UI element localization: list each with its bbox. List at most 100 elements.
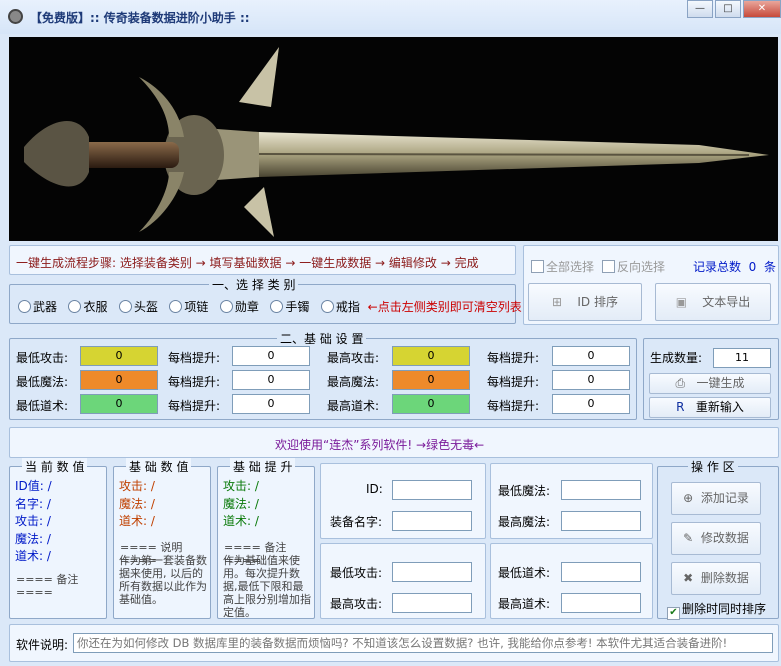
edit-magic-panel: 最低魔法: 最高魔法: (490, 463, 653, 539)
reset-input-button[interactable]: R 重新输入 (649, 397, 771, 418)
edit-name-input[interactable] (392, 511, 472, 531)
category-medal[interactable]: 勋章 (219, 300, 259, 314)
current-id: ID值: / (15, 479, 52, 493)
current-values-title: 当 前 数 值 (22, 458, 88, 475)
basic-step-input[interactable]: 0 (232, 346, 310, 366)
invert-selection-checkbox[interactable]: 反向选择 (602, 258, 665, 275)
welcome-text: 欢迎使用“连杰”系列软件! →绿色无毒← (275, 438, 485, 452)
generate-count-input[interactable]: 11 (713, 348, 771, 368)
export-text-button[interactable]: ▣ 文本导出 (655, 283, 771, 321)
edit-id-label: ID: (366, 482, 383, 496)
generate-group: 生成数量: 11 ⎙ 一键生成 R 重新输入 (643, 338, 779, 420)
record-total-value: 0 (748, 260, 757, 274)
category-ring[interactable]: 戒指 (320, 300, 360, 314)
increments-group: 基 础 提 升 攻击: / 魔法: / 道术: / ==== 备注 ==== 作… (217, 458, 315, 619)
basic-min-label: 最低道术: (16, 399, 69, 413)
basic-max-label: 最高道术: (327, 399, 380, 413)
current-values-group: 当 前 数 值 ID值: / 名字: / 攻击: / 魔法: / 道术: / =… (9, 458, 107, 619)
help-panel: 软件说明: 你还在为如何修改 DB 数据库里的装备数据而烦恼吗? 不知道该怎么设… (9, 624, 779, 662)
delete-data-button[interactable]: ✖ 删除数据 (671, 562, 761, 595)
increments-note: 作为基础值来使用。每次提升数据,最低下限和最高上限分别增加指定值。 (223, 554, 311, 619)
help-label: 软件说明: (16, 638, 69, 652)
category-helmet[interactable]: 头盔 (118, 300, 158, 314)
base-values-group: 基 础 数 值 攻击: / 魔法: / 道术: / ==== 说明 ==== 作… (113, 458, 211, 619)
records-panel: 全部选择 反向选择 记录总数 0 条 ⊞ ID 排序 ▣ 文本导出 (523, 245, 779, 325)
delete-icon: ✖ (683, 571, 694, 585)
increments-list: 攻击: / 魔法: / 道术: / (223, 479, 259, 528)
category-necklace[interactable]: 项链 (169, 300, 208, 314)
operations-group: 操 作 区 ⊕ 添加记录 ✎ 修改数据 ✖ 删除数据 ✔ 删除时同时排序 (657, 458, 779, 620)
basic-max-input[interactable]: 0 (392, 394, 470, 414)
one-key-generate-button[interactable]: ⎙ 一键生成 (649, 373, 771, 394)
category-group: 一、选 择 类 别 武器 衣服 头盔 项链 勋章 手镯 戒指 ←点击左侧类别即可… (9, 276, 522, 324)
basic-min-input[interactable]: 0 (80, 346, 158, 366)
flow-steps-text: 一键生成流程步骤: 选择装备类别 → 填写基础数据 → 一键生成数据 → 编辑修… (16, 256, 479, 270)
generate-count-label: 生成数量: (650, 351, 703, 365)
edit-max-tao-label: 最高道术: (498, 597, 551, 611)
basic-min-label: 最低攻击: (16, 351, 69, 365)
basic-step-label: 每档提升: (487, 375, 540, 389)
category-clothes[interactable]: 衣服 (68, 300, 107, 314)
edit-max-tao-input[interactable] (561, 593, 641, 613)
window-title: 【免费版】:: 传奇装备数据进阶小助手 :: (30, 11, 250, 25)
edit-max-magic-label: 最高魔法: (498, 515, 551, 529)
base-values-title: 基 础 数 值 (126, 458, 192, 475)
edit-min-tao-label: 最低道术: (498, 566, 551, 580)
basic-settings-group: 二、基 础 设 置 最低攻击: 0 每档提升: 0 最高攻击: 0 每档提升: 0 最低魔法: 0… (9, 330, 637, 420)
edit-min-attack-label: 最低攻击: (330, 566, 383, 580)
edit-tao-panel: 最低道术: 最高道术: (490, 543, 653, 619)
basic-step-input[interactable]: 0 (552, 346, 630, 366)
category-weapon[interactable]: 武器 (18, 300, 57, 314)
current-name: 名字: / (15, 496, 51, 511)
basic-step-input[interactable]: 0 (232, 394, 310, 414)
maximize-button[interactable]: □ (715, 0, 741, 18)
edit-attack-panel: 最低攻击: 最高攻击: (320, 543, 486, 619)
edit-min-tao-input[interactable] (561, 562, 641, 582)
category-hint: ←点击左侧类别即可清空列表 (367, 300, 522, 314)
edit-max-magic-input[interactable] (561, 511, 641, 531)
basic-step-label: 每档提升: (168, 375, 221, 389)
edit-name-label: 装备名字: (330, 515, 383, 529)
edit-min-attack-input[interactable] (392, 562, 472, 582)
sync-delete-checkbox[interactable]: ✔ 删除时同时排序 (667, 600, 766, 620)
welcome-panel: 欢迎使用“连杰”系列软件! →绿色无毒← (9, 427, 779, 458)
edit-icon: ✎ (683, 531, 694, 545)
basic-settings-title: 二、基 础 设 置 (277, 330, 367, 347)
select-all-checkbox[interactable]: 全部选择 (531, 258, 594, 275)
save-icon: ▣ (675, 295, 688, 309)
basic-max-input[interactable]: 0 (392, 346, 470, 366)
operations-title: 操 作 区 (688, 458, 738, 475)
basic-step-label: 每档提升: (168, 399, 221, 413)
record-total: 记录总数 0 条 (693, 260, 776, 274)
id-sort-button[interactable]: ⊞ ID 排序 (528, 283, 642, 321)
current-values-list: ID值: / 名字: / 攻击: / 魔法: / 道术: / (15, 478, 52, 566)
current-magic: 魔法: / (15, 531, 51, 546)
minimize-button[interactable]: — (687, 0, 713, 18)
basic-min-input[interactable]: 0 (80, 394, 158, 414)
edit-max-attack-label: 最高攻击: (330, 597, 383, 611)
close-button[interactable]: ✕ (743, 0, 781, 18)
basic-min-label: 最低魔法: (16, 375, 69, 389)
title-bar: 【免费版】:: 传奇装备数据进阶小助手 :: — □ ✕ (0, 0, 781, 34)
category-bracelet[interactable]: 手镯 (270, 300, 309, 314)
base-values-note: 作为第一套装备数据来使用, 以后的所有数据以此作为基础值。 (119, 554, 207, 606)
basic-step-input[interactable]: 0 (552, 370, 630, 390)
add-record-button[interactable]: ⊕ 添加记录 (671, 482, 761, 515)
basic-min-input[interactable]: 0 (80, 370, 158, 390)
basic-step-label: 每档提升: (168, 351, 221, 365)
banner-sword-image (9, 37, 778, 241)
app-icon (8, 9, 23, 24)
edit-max-attack-input[interactable] (392, 593, 472, 613)
edit-id-input[interactable] (392, 480, 472, 500)
current-tao: 道术: / (15, 549, 51, 563)
edit-min-magic-input[interactable] (561, 480, 641, 500)
modify-data-button[interactable]: ✎ 修改数据 (671, 522, 761, 555)
help-text-field[interactable]: 你还在为如何修改 DB 数据库里的装备数据而烦恼吗? 不知道该怎么设置数据? 也… (73, 633, 773, 653)
category-options: 武器 衣服 头盔 项链 勋章 手镯 戒指 ←点击左侧类别即可清空列表 (18, 298, 522, 315)
reset-icon: R (676, 400, 685, 414)
basic-max-label: 最高魔法: (327, 375, 380, 389)
basic-step-input[interactable]: 0 (552, 394, 630, 414)
current-attack: 攻击: / (15, 514, 51, 528)
basic-step-input[interactable]: 0 (232, 370, 310, 390)
basic-max-input[interactable]: 0 (392, 370, 470, 390)
